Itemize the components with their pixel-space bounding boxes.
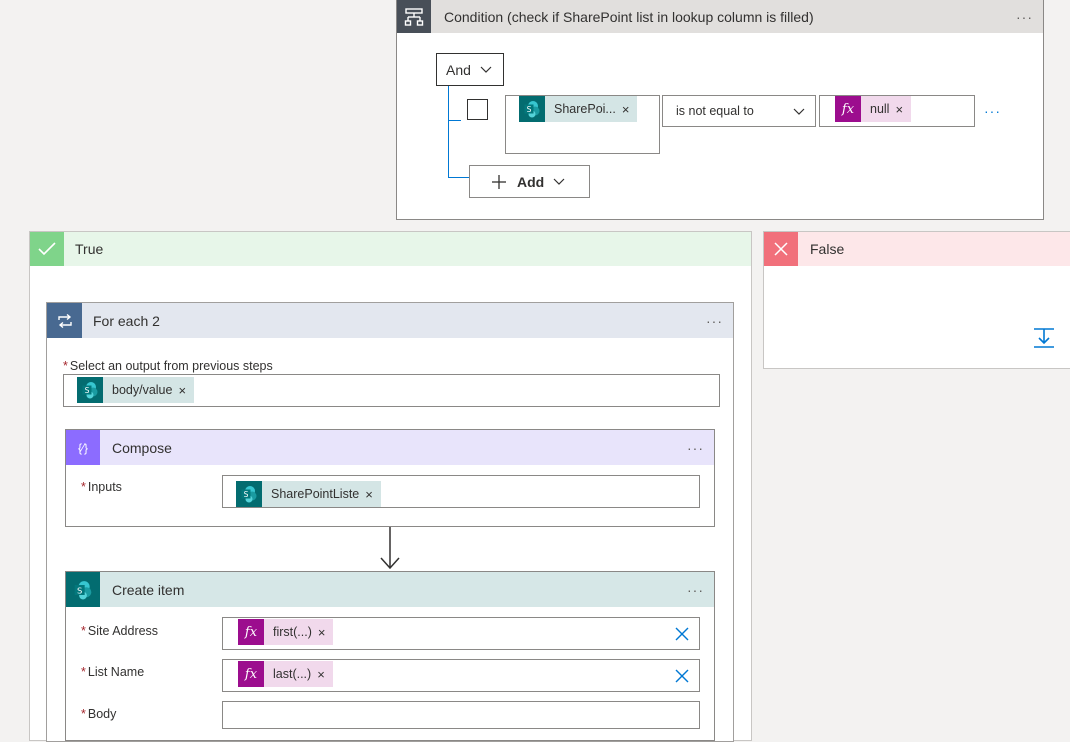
list-name-label: * List Name bbox=[81, 665, 144, 679]
site-address-token[interactable]: fx first(...) × bbox=[238, 619, 334, 645]
clear-icon[interactable] bbox=[675, 669, 689, 683]
tree-line-row bbox=[448, 120, 461, 121]
svg-text:S: S bbox=[77, 585, 82, 595]
false-branch-header[interactable]: False bbox=[764, 232, 1070, 266]
right-operand-label: null bbox=[870, 102, 890, 116]
condition-header[interactable]: Condition (check if SharePoint list in l… bbox=[397, 0, 1043, 33]
checkmark-icon bbox=[30, 232, 64, 266]
tree-line-add bbox=[448, 177, 469, 178]
condition-icon bbox=[397, 0, 431, 33]
chevron-down-icon bbox=[480, 66, 492, 73]
list-name-token-label: last(...) bbox=[273, 667, 312, 681]
false-branch: False bbox=[763, 231, 1070, 369]
body-field[interactable] bbox=[222, 701, 700, 729]
clear-icon[interactable] bbox=[675, 627, 689, 641]
select-output-token[interactable]: S body/value × bbox=[77, 377, 195, 403]
svg-text:S: S bbox=[244, 490, 249, 499]
fx-icon: fx bbox=[238, 661, 264, 687]
remove-icon[interactable]: × bbox=[318, 625, 334, 640]
inputs-token-label: SharePointListe bbox=[271, 487, 360, 501]
condition-title: Condition (check if SharePoint list in l… bbox=[444, 8, 814, 25]
body-label: * Body bbox=[81, 707, 116, 721]
sharepoint-icon: S bbox=[236, 481, 262, 507]
add-label: Add bbox=[517, 173, 545, 190]
compose-card: {⁄} Compose ··· * Inputs S SharePointList… bbox=[65, 429, 715, 527]
svg-text:S: S bbox=[85, 386, 90, 395]
add-action-icon[interactable] bbox=[1032, 326, 1056, 350]
inputs-label-text: Inputs bbox=[87, 480, 122, 494]
compose-header[interactable]: {⁄} Compose ··· bbox=[66, 430, 714, 465]
create-item-card: S Create item ··· * Site Address fx first… bbox=[65, 571, 715, 741]
add-button[interactable]: Add bbox=[469, 165, 590, 198]
condition-card: Condition (check if SharePoint list in l… bbox=[396, 0, 1044, 220]
compose-glyph: {⁄} bbox=[77, 440, 89, 455]
false-branch-title: False bbox=[810, 241, 845, 257]
chevron-down-icon bbox=[553, 178, 565, 185]
list-name-label-text: List Name bbox=[87, 665, 145, 679]
required-marker: * bbox=[63, 359, 68, 373]
connector-arrow bbox=[378, 527, 402, 571]
fx-icon: fx bbox=[238, 619, 264, 645]
select-output-token-label: body/value bbox=[112, 383, 173, 397]
remove-icon[interactable]: × bbox=[895, 102, 911, 117]
group-operator-label: And bbox=[446, 61, 471, 78]
right-operand-token[interactable]: fx null × bbox=[835, 96, 912, 122]
sharepoint-icon: S bbox=[519, 96, 545, 122]
foreach-header[interactable]: For each 2 ··· bbox=[47, 303, 733, 338]
remove-icon[interactable]: × bbox=[178, 383, 194, 398]
body-label-text: Body bbox=[87, 707, 117, 721]
true-branch-title: True bbox=[75, 241, 104, 257]
compose-icon: {⁄} bbox=[66, 430, 100, 465]
row-checkbox[interactable] bbox=[467, 99, 488, 120]
site-address-label-text: Site Address bbox=[87, 624, 159, 638]
select-output-text: Select an output from previous steps bbox=[69, 359, 273, 373]
compose-title: Compose bbox=[112, 439, 172, 456]
required-marker: * bbox=[81, 480, 86, 494]
create-item-more-icon[interactable]: ··· bbox=[687, 583, 704, 597]
operator-label: is not equal to bbox=[676, 104, 754, 118]
required-marker: * bbox=[81, 665, 86, 679]
remove-icon[interactable]: × bbox=[622, 102, 638, 117]
create-item-header[interactable]: S Create item ··· bbox=[66, 572, 714, 607]
sharepoint-icon: S bbox=[66, 572, 100, 607]
foreach-more-icon[interactable]: ··· bbox=[706, 314, 723, 328]
select-output-label: * Select an output from previous steps bbox=[63, 359, 273, 373]
compose-more-icon[interactable]: ··· bbox=[687, 441, 704, 455]
tree-line-vertical bbox=[448, 86, 449, 178]
remove-icon[interactable]: × bbox=[365, 487, 381, 502]
chevron-down-icon bbox=[793, 108, 805, 115]
list-name-token[interactable]: fx last(...) × bbox=[238, 661, 333, 687]
site-address-token-label: first(...) bbox=[273, 625, 312, 639]
true-branch-header[interactable]: True bbox=[30, 232, 751, 266]
site-address-label: * Site Address bbox=[81, 624, 158, 638]
foreach-title: For each 2 bbox=[93, 312, 160, 329]
left-operand-label: SharePoi... bbox=[554, 102, 616, 116]
loop-icon bbox=[47, 303, 82, 338]
required-marker: * bbox=[81, 624, 86, 638]
operator-dropdown[interactable]: is not equal to bbox=[662, 95, 816, 127]
required-marker: * bbox=[81, 707, 86, 721]
remove-icon[interactable]: × bbox=[317, 667, 333, 682]
inputs-label: * Inputs bbox=[81, 480, 122, 494]
condition-more-icon[interactable]: ··· bbox=[1016, 10, 1033, 24]
left-operand-token[interactable]: S SharePoi... × bbox=[519, 96, 638, 122]
inputs-token[interactable]: S SharePointListe × bbox=[236, 481, 381, 507]
create-item-title: Create item bbox=[112, 581, 185, 598]
sharepoint-icon: S bbox=[77, 377, 103, 403]
row-more-icon[interactable]: ··· bbox=[984, 103, 1001, 119]
svg-text:S: S bbox=[527, 105, 532, 114]
fx-icon: fx bbox=[835, 96, 861, 122]
plus-icon bbox=[492, 174, 506, 189]
close-icon bbox=[764, 232, 798, 266]
group-operator-dropdown[interactable]: And bbox=[436, 53, 504, 86]
